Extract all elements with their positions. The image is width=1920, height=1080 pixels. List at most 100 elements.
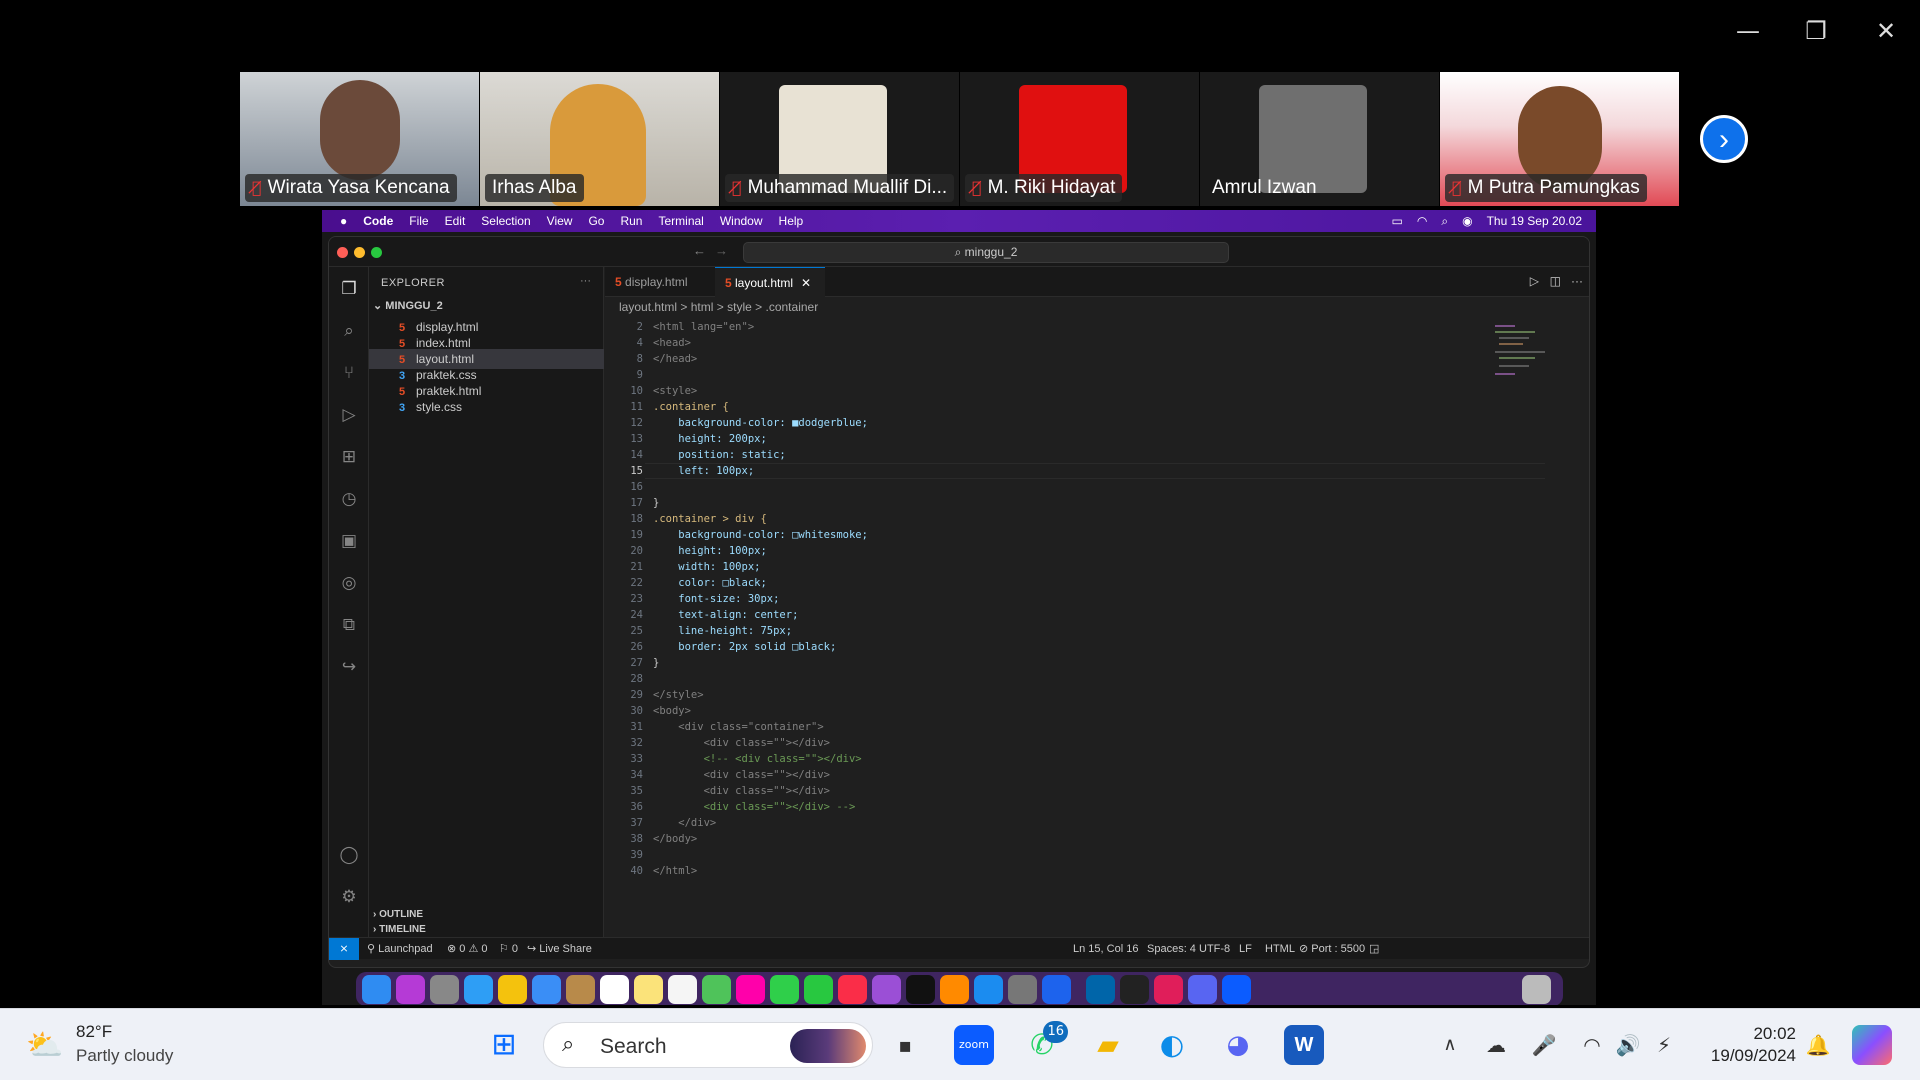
search-box[interactable]: ⌕ Search — [543, 1022, 873, 1068]
breadcrumb-style[interactable]: style — [727, 300, 752, 314]
code-line[interactable]: <div class=""></div> --> — [653, 799, 856, 815]
apple-icon[interactable]: ● — [340, 214, 347, 228]
code-line[interactable]: position: static; — [653, 447, 785, 463]
file-explorer-icon[interactable]: ▰ — [1088, 1025, 1128, 1065]
code-line[interactable]: background-color: ■dodgerblue; — [653, 415, 868, 431]
folder-header[interactable]: ⌄ MINGGU_2 — [373, 299, 443, 312]
search-icon[interactable]: ⌕ — [1441, 214, 1448, 229]
command-center[interactable]: ⌕ minggu_2 — [743, 242, 1229, 263]
wifi-icon[interactable]: ◠ — [1417, 214, 1427, 228]
code-line[interactable]: <div class="container"> — [653, 719, 823, 735]
language-status[interactable]: HTML — [1265, 938, 1295, 960]
trash-icon[interactable] — [1522, 975, 1551, 1004]
run-icon[interactable]: ▷ — [1530, 274, 1539, 288]
word-icon[interactable]: W — [1284, 1025, 1324, 1065]
notification-bell-icon[interactable]: 🔔 — [1798, 1025, 1838, 1065]
finder-icon[interactable] — [362, 975, 391, 1004]
live-server-port[interactable]: ⊘ Port : 5500 — [1299, 938, 1365, 960]
indentation-status[interactable]: Spaces: 4 — [1147, 938, 1196, 960]
discord-icon[interactable] — [1188, 975, 1217, 1004]
whatsapp-icon[interactable]: ✆ 16 — [1022, 1021, 1068, 1065]
menu-app-name[interactable]: Code — [363, 214, 393, 228]
split-editor-icon[interactable]: ◫ — [1550, 274, 1561, 288]
extensions-icon[interactable]: ⊞ — [339, 447, 359, 467]
live-share-icon[interactable]: ↪ — [339, 657, 359, 677]
code-line[interactable]: height: 100px; — [653, 543, 767, 559]
maps-icon[interactable] — [702, 975, 731, 1004]
account-icon[interactable]: ◯ — [339, 845, 359, 865]
code-line[interactable]: height: 200px; — [653, 431, 767, 447]
file-item[interactable]: 3 style.css — [369, 397, 604, 417]
menu-help[interactable]: Help — [779, 214, 804, 228]
volume-icon[interactable]: 🔊 — [1608, 1025, 1648, 1065]
chrome-icon[interactable] — [498, 975, 527, 1004]
code-line[interactable]: } — [653, 655, 659, 671]
minimize-icon[interactable]: — — [1728, 14, 1768, 48]
settings-icon[interactable] — [1008, 975, 1037, 1004]
menu-view[interactable]: View — [547, 214, 573, 228]
contacts-icon[interactable] — [566, 975, 595, 1004]
forward-arrow-icon[interactable]: → — [715, 243, 728, 258]
participant-tile[interactable]: Amrul Izwan — [1200, 72, 1439, 206]
problems-status[interactable]: ⊗ 0 ⚠ 0 — [447, 938, 487, 960]
code-line[interactable]: </head> — [653, 351, 697, 367]
docker-icon[interactable] — [1042, 975, 1071, 1004]
windows-start-icon[interactable]: ⊞ — [484, 1025, 524, 1065]
mail-icon[interactable] — [532, 975, 561, 1004]
tab-display-html[interactable]: 5 display.html — [605, 267, 715, 297]
github-icon[interactable]: ◎ — [339, 573, 359, 593]
code-line[interactable]: width: 100px; — [653, 559, 760, 575]
menu-terminal[interactable]: Terminal — [658, 214, 703, 228]
code-line[interactable]: <div class=""></div> — [653, 767, 830, 783]
outline-section[interactable]: › OUTLINE — [373, 909, 423, 920]
discord-taskbar-icon[interactable]: ◕ — [1218, 1025, 1258, 1065]
close-icon[interactable]: ✕ — [1866, 14, 1906, 48]
code-line[interactable]: .container { — [653, 399, 729, 415]
notifications-icon[interactable]: ◲ — [1369, 938, 1379, 960]
terminal-icon[interactable] — [1120, 975, 1149, 1004]
calendar-icon[interactable] — [600, 975, 629, 1004]
participant-tile[interactable]: 🎙̸ M Putra Pamungkas — [1440, 72, 1679, 206]
onedrive-icon[interactable]: ☁ — [1476, 1025, 1516, 1065]
live-share-status[interactable]: ↪ Live Share — [527, 938, 592, 960]
code-line[interactable]: } — [653, 495, 659, 511]
search-icon[interactable]: ⌕ — [339, 321, 359, 341]
code-line[interactable]: </html> — [653, 863, 697, 879]
launchpad-icon[interactable] — [430, 975, 459, 1004]
launchpad-status[interactable]: ⚲ Launchpad — [367, 938, 433, 960]
menu-run[interactable]: Run — [620, 214, 642, 228]
facetime-icon[interactable] — [804, 975, 833, 1004]
code-line[interactable]: background-color: □whitesmoke; — [653, 527, 868, 543]
restore-icon[interactable]: ❐ — [1796, 14, 1836, 48]
zoom-window-icon[interactable] — [371, 247, 382, 258]
run-debug-icon[interactable]: ▷ — [339, 405, 359, 425]
menu-file[interactable]: File — [409, 214, 428, 228]
participant-tile[interactable]: 🎙̸ Wirata Yasa Kencana — [240, 72, 479, 206]
minimize-window-icon[interactable] — [354, 247, 365, 258]
notes-icon[interactable] — [634, 975, 663, 1004]
breadcrumb-html[interactable]: html — [691, 300, 714, 314]
messages-icon[interactable] — [770, 975, 799, 1004]
code-line[interactable]: <html lang="en"> — [653, 319, 754, 335]
source-control-icon[interactable]: ⑂ — [339, 363, 359, 383]
edge-icon[interactable]: ◐ — [1152, 1025, 1192, 1065]
code-line[interactable]: </body> — [653, 831, 697, 847]
timeline-icon[interactable]: ◷ — [339, 489, 359, 509]
code-line[interactable]: <!-- <div class=""></div> — [653, 751, 862, 767]
code-line[interactable]: left: 100px; — [653, 463, 754, 479]
breadcrumb-file[interactable]: layout.html — [619, 300, 677, 314]
code-line[interactable]: <div class=""></div> — [653, 735, 830, 751]
photos-icon[interactable] — [736, 975, 765, 1004]
more-icon[interactable]: ··· — [1571, 274, 1583, 288]
code-line[interactable]: color: □black; — [653, 575, 767, 591]
slack-icon[interactable] — [1154, 975, 1183, 1004]
menu-selection[interactable]: Selection — [481, 214, 530, 228]
remote-explorer-icon[interactable]: ⧉ — [339, 615, 359, 635]
more-icon[interactable]: ··· — [580, 275, 591, 287]
vscode-icon[interactable] — [1086, 975, 1115, 1004]
menu-window[interactable]: Window — [720, 214, 763, 228]
safari-icon[interactable] — [464, 975, 493, 1004]
code-line[interactable]: </div> — [653, 815, 716, 831]
code-line[interactable]: border: 2px solid □black; — [653, 639, 836, 655]
chevron-up-icon[interactable]: ∧ — [1430, 1025, 1470, 1065]
